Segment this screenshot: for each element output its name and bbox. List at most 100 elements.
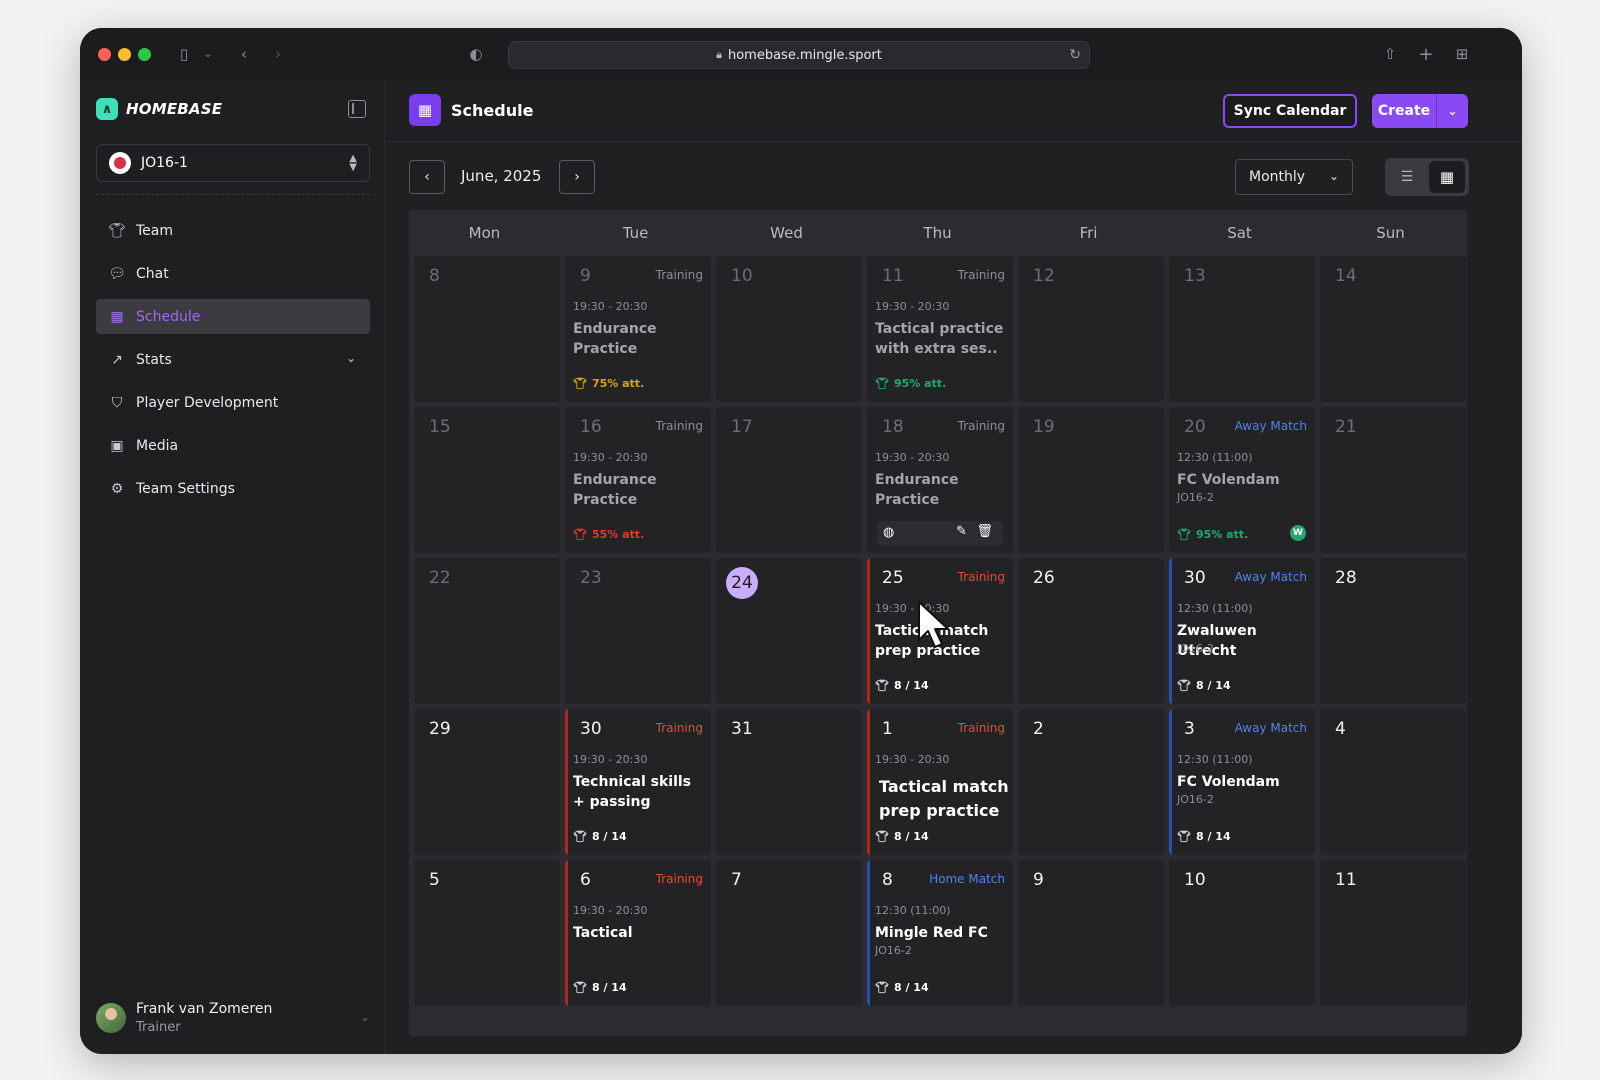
calendar-day[interactable]: 31 bbox=[716, 709, 862, 855]
shield-icon: ⛉ bbox=[111, 394, 123, 411]
calendar-day[interactable]: 21 bbox=[1320, 407, 1466, 553]
weekday-label: Sun bbox=[1376, 224, 1405, 242]
calendar-day[interactable]: 12 bbox=[1018, 256, 1164, 402]
shirt-icon: 👕︎ bbox=[875, 830, 889, 843]
attendance: 👕︎ 55% att. bbox=[573, 528, 644, 541]
chevron-down-icon[interactable]: ⌄ bbox=[196, 42, 220, 66]
sync-calendar-button[interactable]: Sync Calendar bbox=[1223, 94, 1357, 128]
calendar-day[interactable]: 10 bbox=[716, 256, 862, 402]
page-header: ▦ Schedule Sync Calendar Create ⌄ bbox=[385, 80, 1522, 142]
collapse-sidebar-icon[interactable] bbox=[348, 100, 366, 118]
chevron-down-icon[interactable]: ⌄ bbox=[346, 351, 356, 365]
attendance: 👕︎ 95% att. bbox=[875, 377, 946, 390]
attendance-value: 8 / 14 bbox=[1195, 679, 1231, 692]
shirt-icon: 👕︎ bbox=[573, 377, 587, 390]
chevron-down-icon[interactable]: ⌄ bbox=[360, 1010, 370, 1024]
calendar-day[interactable]: 26 bbox=[1018, 558, 1164, 704]
privacy-shield-icon[interactable]: ◐ bbox=[464, 42, 488, 66]
calendar-day-with-event[interactable]: 6 Training 19:30 - 20:30 Tactical 👕︎ 8 / 14 bbox=[565, 860, 711, 1006]
day-number: 28 bbox=[1335, 568, 1357, 588]
calendar-day[interactable]: 7 bbox=[716, 860, 862, 1006]
calendar-day[interactable]: 14 bbox=[1320, 256, 1466, 402]
team-logo-icon bbox=[109, 152, 131, 174]
calendar-day-with-event[interactable]: 16 Training 19:30 - 20:30 Endurance Practic… bbox=[565, 407, 711, 553]
calendar-day-with-event[interactable]: 3 Away Match 12:30 (11:00) FC Volendam JO16-… bbox=[1169, 709, 1315, 855]
edit-icon[interactable]: ✎ bbox=[956, 524, 967, 539]
sidebar-item-chat[interactable]: 💬︎ Chat bbox=[96, 256, 370, 291]
event-time: 12:30 (11:00) bbox=[875, 904, 951, 917]
sidebar-item-label: Schedule bbox=[136, 308, 201, 325]
calendar-day-with-event[interactable]: 1 Training 19:30 - 20:30 Tactical match pre… bbox=[867, 709, 1013, 855]
calendar-day-with-event[interactable]: 11 Training 19:30 - 20:30 Tactical practice… bbox=[867, 256, 1013, 402]
calendar-day[interactable]: 15 bbox=[414, 407, 560, 553]
sidebar-item-team-settings[interactable]: ⚙ Team Settings bbox=[96, 471, 370, 506]
calendar-day-with-event[interactable]: 30 Training 19:30 - 20:30 Technical skills … bbox=[565, 709, 711, 855]
minimize-window-button[interactable] bbox=[118, 48, 131, 61]
calendar-day[interactable]: 9 bbox=[1018, 860, 1164, 1006]
sidebar-item-media[interactable]: ▣ Media bbox=[96, 428, 370, 463]
mouse-cursor-icon bbox=[918, 601, 949, 648]
calendar-day[interactable]: 4 bbox=[1320, 709, 1466, 855]
event-title: FC Volendam bbox=[1177, 472, 1280, 488]
calendar-view-icon[interactable]: ▦ bbox=[1429, 161, 1465, 193]
back-icon[interactable]: ‹ bbox=[232, 42, 256, 66]
calendar-day[interactable]: 29 bbox=[414, 709, 560, 855]
sidebar-item-label: Team bbox=[136, 222, 174, 239]
day-number: 4 bbox=[1335, 719, 1346, 739]
calendar-day[interactable]: 2 bbox=[1018, 709, 1164, 855]
reload-icon[interactable]: ↻ bbox=[1069, 47, 1081, 63]
calendar-day[interactable]: 28 bbox=[1320, 558, 1466, 704]
maximize-window-button[interactable] bbox=[138, 48, 151, 61]
create-button[interactable]: Create ⌄ bbox=[1372, 94, 1468, 128]
user-menu[interactable]: Frank van Zomeren Trainer ⌄ bbox=[96, 998, 370, 1038]
event-type: Training bbox=[655, 419, 703, 433]
weekday-label: Tue bbox=[622, 224, 649, 242]
event-time: 12:30 (11:00) bbox=[1177, 451, 1253, 464]
calendar-day-with-event[interactable]: 30 Away Match 12:30 (11:00) Zwaluwen Utrech… bbox=[1169, 558, 1315, 704]
sidebar-toggle-icon[interactable]: ▯ bbox=[172, 42, 196, 66]
calendar-day[interactable]: 8 bbox=[414, 256, 560, 402]
previous-month-button[interactable]: ‹ bbox=[409, 160, 445, 194]
globe-icon[interactable]: ◍ bbox=[883, 525, 894, 540]
calendar-day[interactable]: 23 bbox=[565, 558, 711, 704]
day-number: 2 bbox=[1033, 719, 1044, 739]
sidebar-item-schedule[interactable]: ▦ Schedule bbox=[96, 299, 370, 334]
calendar-day[interactable]: 24 bbox=[716, 558, 862, 704]
sidebar-nav: 👕︎ Team 💬︎ Chat ▦ Schedule ↗ Stats ⌄ ⛉ P… bbox=[96, 213, 370, 514]
calendar-day-with-event[interactable]: 9 Training 19:30 - 20:30 Endurance Practice… bbox=[565, 256, 711, 402]
event-time: 12:30 (11:00) bbox=[1177, 602, 1253, 615]
trash-icon[interactable]: 🗑︎ bbox=[976, 524, 993, 539]
calendar-day-with-event[interactable]: 8 Home Match 12:30 (11:00) Mingle Red FC JO1… bbox=[867, 860, 1013, 1006]
sidebar-item-team[interactable]: 👕︎ Team bbox=[96, 213, 370, 248]
new-tab-icon[interactable]: + bbox=[1414, 42, 1438, 66]
view-mode-select[interactable]: Monthly ⌄ bbox=[1235, 159, 1353, 195]
brand-name: HOMEBASE bbox=[126, 100, 223, 118]
brand[interactable]: ∧ HOMEBASE bbox=[96, 98, 222, 120]
calendar-day[interactable]: 17 bbox=[716, 407, 862, 553]
calendar-day[interactable]: 11 bbox=[1320, 860, 1466, 1006]
team-selector[interactable]: JO16-1 ▲ ▼ bbox=[96, 144, 370, 182]
calendar-day[interactable]: 5 bbox=[414, 860, 560, 1006]
tab-overview-icon[interactable]: ⊞ bbox=[1450, 42, 1474, 66]
calendar-day[interactable]: 22 bbox=[414, 558, 560, 704]
event-opponent-team: JO16-2 bbox=[875, 944, 912, 957]
calendar-day-with-event[interactable]: 20 Away Match 12:30 (11:00) FC Volendam JO16… bbox=[1169, 407, 1315, 553]
address-bar[interactable]: 🔒︎ homebase.mingle.sport ↻ bbox=[508, 41, 1090, 69]
event-type: Away Match bbox=[1234, 419, 1307, 433]
day-number: 13 bbox=[1184, 266, 1206, 286]
next-month-button[interactable]: › bbox=[559, 160, 595, 194]
calendar-day[interactable]: 13 bbox=[1169, 256, 1315, 402]
calendar-day[interactable]: 10 bbox=[1169, 860, 1315, 1006]
forward-icon[interactable]: › bbox=[266, 42, 290, 66]
sidebar-item-player-development[interactable]: ⛉ Player Development bbox=[96, 385, 370, 420]
calendar-day-with-event[interactable]: 18 Training 19:30 - 20:30 Endurance Practic… bbox=[867, 407, 1013, 553]
list-view-icon[interactable]: ☰ bbox=[1389, 162, 1425, 192]
calendar-day[interactable]: 19 bbox=[1018, 407, 1164, 553]
day-number: 7 bbox=[731, 870, 742, 890]
create-button-label: Create bbox=[1377, 103, 1431, 119]
close-window-button[interactable] bbox=[98, 48, 111, 61]
sidebar-item-stats[interactable]: ↗ Stats ⌄ bbox=[96, 342, 370, 377]
share-icon[interactable]: ⇧ bbox=[1378, 42, 1402, 66]
day-number: 21 bbox=[1335, 417, 1357, 437]
chevron-down-icon[interactable]: ⌄ bbox=[1436, 94, 1468, 128]
